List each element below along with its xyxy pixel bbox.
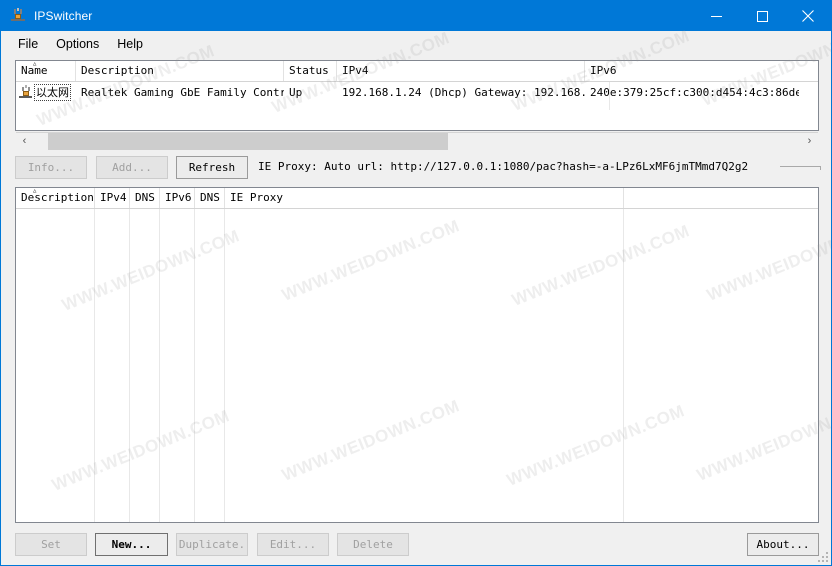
adapter-status-cell: Up [289, 86, 303, 99]
hscroll-track[interactable] [33, 132, 801, 150]
adapters-grid-line [609, 82, 610, 110]
profiles-col-ipv4-dns-label: DNS [135, 191, 155, 204]
hscroll-thumb[interactable] [48, 132, 448, 150]
duplicate-button: Duplicate. [176, 533, 248, 556]
profiles-col-description[interactable]: ▵ Description [16, 188, 95, 208]
profiles-header-row: ▵ Description IPv4 DNS IPv6 DNS IE Proxy [16, 188, 818, 209]
adapter-name-label: 以太网 [34, 84, 71, 101]
menu-item-help[interactable]: Help [108, 34, 152, 54]
profiles-col-ipv6-dns[interactable]: DNS [195, 188, 225, 208]
profiles-col-ie-proxy-label: IE Proxy [230, 191, 283, 204]
adapter-ipv6-cell: 240e:379:25cf:c300:d454:4c3:86de:52 [590, 86, 799, 99]
profiles-grid-line [224, 209, 225, 522]
adapters-col-description-label: Description [81, 64, 154, 77]
profiles-grid-line [159, 209, 160, 522]
title-bar: IPSwitcher [1, 1, 831, 31]
set-button: Set [15, 533, 87, 556]
adapters-col-status-label: Status [289, 64, 329, 77]
add-button: Add... [96, 156, 168, 179]
profiles-grid-line [194, 209, 195, 522]
about-button[interactable]: About... [747, 533, 819, 556]
adapter-ipv4-cell: 192.168.1.24 (Dhcp) Gateway: 192.168.1.1 [342, 86, 585, 99]
network-plug-icon [10, 8, 26, 24]
profiles-col-ie-proxy[interactable]: IE Proxy [225, 188, 624, 208]
close-icon [802, 10, 814, 22]
adapters-col-ipv4-label: IPv4 [342, 64, 369, 77]
menu-bar: File Options Help [1, 31, 831, 56]
profiles-col-ipv4-label: IPv4 [100, 191, 127, 204]
maximize-button[interactable] [739, 1, 785, 31]
refresh-button[interactable]: Refresh [176, 156, 248, 179]
profiles-listview[interactable]: ▵ Description IPv4 DNS IPv6 DNS IE Proxy [15, 187, 819, 523]
edit-button: Edit... [257, 533, 329, 556]
adapters-header-row: ▵ Name Description Status IPv4 IPv6 [16, 61, 818, 82]
profiles-col-ipv4[interactable]: IPv4 [95, 188, 130, 208]
profiles-grid-line [94, 209, 95, 522]
sort-ascending-icon: ▵ [32, 61, 38, 69]
window-title: IPSwitcher [34, 9, 93, 23]
window-controls [693, 1, 831, 31]
profiles-col-ipv6-dns-label: DNS [200, 191, 220, 204]
adapters-col-status[interactable]: Status [284, 61, 337, 81]
new-button[interactable]: New... [95, 533, 168, 556]
ie-proxy-status: IE Proxy: Auto url: http://127.0.0.1:108… [258, 160, 749, 173]
adapters-body: 以太网 Realtek Gaming GbE Family Controller… [16, 82, 818, 110]
profiles-grid-line [623, 209, 624, 522]
info-button: Info... [15, 156, 87, 179]
adapters-col-ipv6[interactable]: IPv6 [585, 61, 799, 81]
delete-button: Delete [337, 533, 409, 556]
scroll-right-arrow-icon[interactable]: › [801, 133, 818, 150]
minimize-icon [710, 15, 722, 17]
adapters-col-name[interactable]: ▵ Name [16, 61, 76, 81]
profiles-col-ipv6[interactable]: IPv6 [160, 188, 195, 208]
app-window: IPSwitcher File Options Help ▵ Name Desc… [0, 0, 832, 566]
menu-item-file[interactable]: File [9, 34, 47, 54]
profiles-col-ipv6-label: IPv6 [165, 191, 192, 204]
adapters-col-description[interactable]: Description [76, 61, 284, 81]
adapters-col-ipv6-label: IPv6 [590, 64, 617, 77]
resize-grip[interactable] [816, 550, 828, 562]
adapters-hscrollbar[interactable]: ‹ › [16, 132, 818, 150]
profiles-col-ipv4-dns[interactable]: DNS [130, 188, 160, 208]
sort-ascending-icon: ▵ [32, 188, 38, 196]
network-adapter-icon [18, 85, 33, 100]
scroll-left-arrow-icon[interactable]: ‹ [16, 133, 33, 150]
adapter-name-cell: 以太网 [16, 83, 76, 102]
profiles-grid-line [129, 209, 130, 522]
profiles-body[interactable] [16, 209, 818, 522]
close-button[interactable] [785, 1, 831, 31]
adapters-col-ipv4[interactable]: IPv4 [337, 61, 585, 81]
minimize-button[interactable] [693, 1, 739, 31]
toolbar-separator [780, 166, 821, 170]
maximize-icon [756, 10, 768, 22]
table-row[interactable]: 以太网 Realtek Gaming GbE Family Controller… [16, 82, 818, 103]
adapters-listview[interactable]: ▵ Name Description Status IPv4 IPv6 以太网 … [15, 60, 819, 131]
adapter-description-cell: Realtek Gaming GbE Family Controller [81, 86, 284, 99]
menu-item-options[interactable]: Options [47, 34, 108, 54]
